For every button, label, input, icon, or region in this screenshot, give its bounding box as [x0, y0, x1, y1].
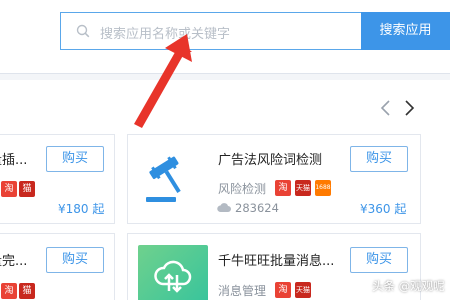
search-input[interactable]: 搜索应用名称或关键字: [60, 12, 361, 50]
chevron-left-icon[interactable]: [378, 99, 394, 117]
alibaba-1688-badge-icon: 1688: [315, 180, 331, 196]
tmall-badge-icon: 天猫: [295, 180, 311, 196]
tmall-badge-icon: 猫: [19, 283, 35, 299]
buy-button[interactable]: 购买: [46, 146, 104, 172]
app-category: 风险检测: [218, 182, 267, 196]
app-category: 消息管理: [218, 284, 267, 298]
app-card[interactable]: 量完... 购买 淘 猫: [0, 233, 115, 300]
search-icon: [76, 24, 90, 38]
cloud-sync-icon: [154, 260, 192, 293]
tmall-badge-icon: 天猫: [295, 282, 311, 298]
app-title: 千牛旺旺批量消息...: [218, 254, 335, 269]
app-title: 量插...: [0, 153, 28, 168]
app-title: 量完...: [0, 254, 28, 269]
taobao-badge-icon: 淘: [1, 283, 17, 299]
taobao-badge-icon: 淘: [275, 180, 291, 196]
app-icon-tile: [138, 245, 208, 300]
gavel-icon: [146, 156, 181, 202]
watermark: 头条 @观观呢: [372, 279, 445, 293]
price: ¥360 起: [360, 202, 407, 216]
search-button[interactable]: 搜索应用: [361, 12, 450, 50]
buy-button[interactable]: 购买: [350, 146, 408, 172]
chevron-right-icon[interactable]: [401, 99, 417, 117]
taobao-badge-icon: 淘: [1, 181, 17, 197]
taobao-badge-icon: 淘: [275, 282, 291, 298]
download-count: 283624: [235, 201, 279, 215]
price: ¥180 起: [58, 202, 105, 216]
tmall-badge-icon: 猫: [19, 181, 35, 197]
cloud-download-icon: [217, 203, 231, 212]
app-card[interactable]: 量插... 购买 淘 猫 ¥180 起: [0, 134, 115, 224]
buy-button[interactable]: 购买: [46, 247, 104, 273]
search-header: 搜索应用名称或关键字 搜索应用: [0, 0, 450, 74]
app-card[interactable]: 广告法风险词检测 购买 风险检测 淘 天猫 1688 283624 ¥360 起: [127, 134, 421, 224]
app-title: 广告法风险词检测: [218, 153, 323, 168]
buy-button[interactable]: 购买: [350, 247, 408, 273]
search-placeholder: 搜索应用名称或关键字: [100, 27, 231, 42]
